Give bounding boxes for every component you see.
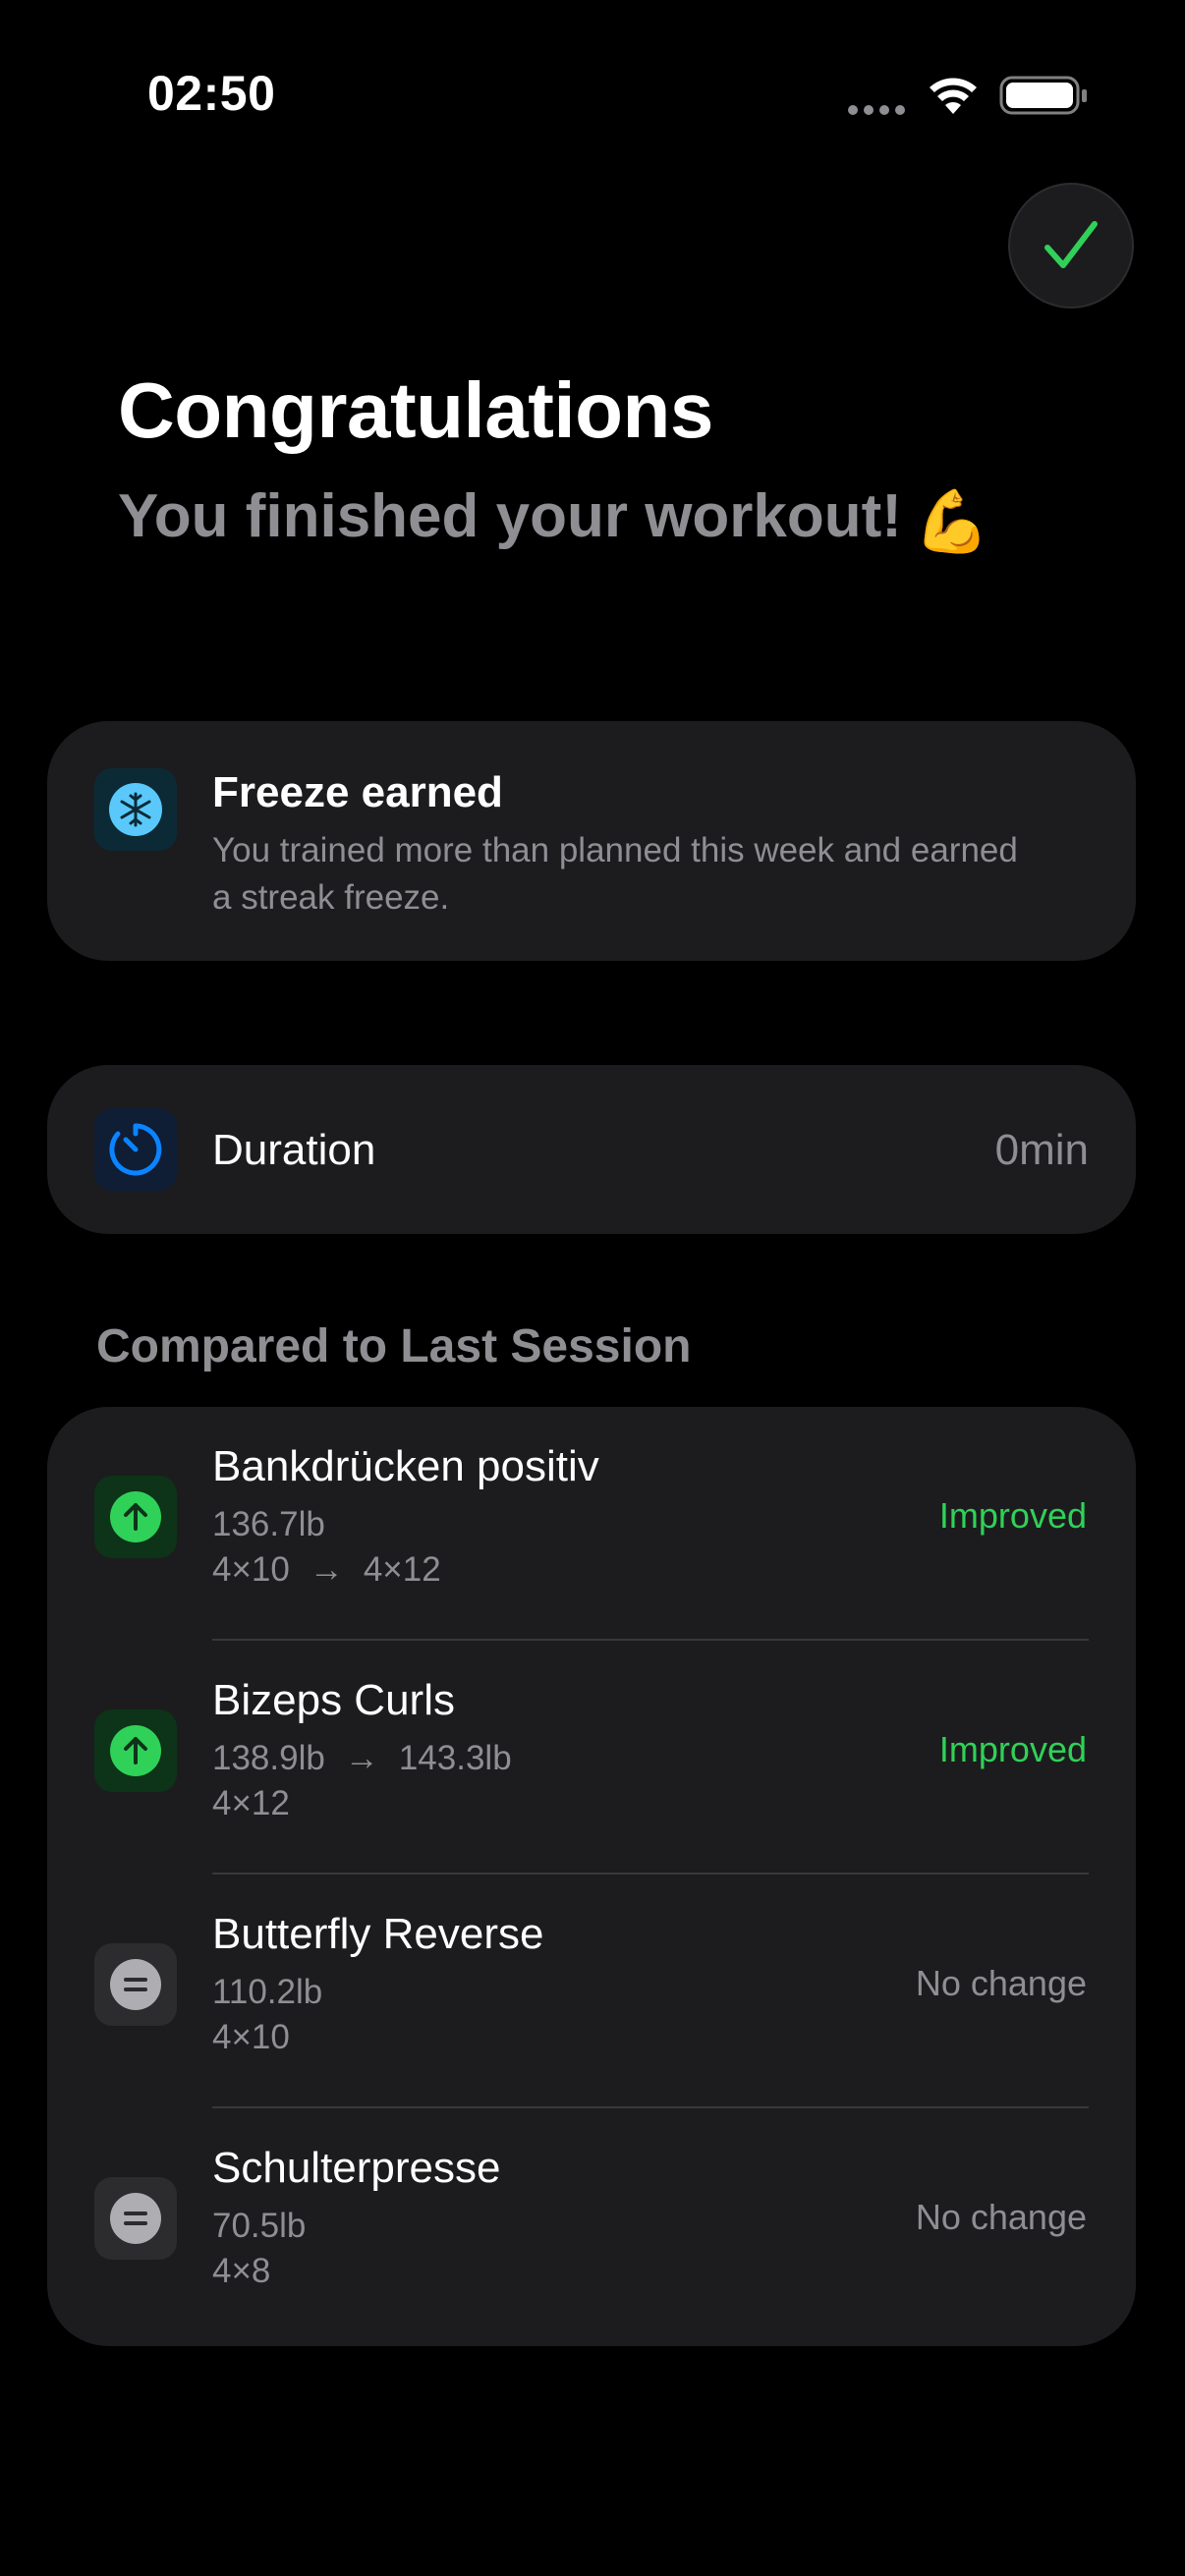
arrow-right-icon: → (344, 1739, 379, 1777)
equal-icon (110, 1959, 161, 2010)
improved-icon-tile (94, 1709, 177, 1792)
wifi-icon (930, 78, 977, 114)
exercise-sets: 4×12 (212, 1784, 290, 1822)
duration-icon-tile (94, 1108, 177, 1191)
exercise-sets: 4×10 (212, 2018, 290, 2056)
exercise-row[interactable]: Bankdrücken positiv 136.7lb 4×10 → 4×12 Im… (47, 1407, 1136, 1641)
status-label: No change (915, 2197, 1087, 2237)
comparison-section-title: Compared to Last Session (96, 1320, 692, 1372)
flexed-biceps-emoji: 💪 (913, 488, 990, 556)
freeze-title: Freeze earned (212, 768, 503, 816)
freeze-description: You trained more than planned this week … (212, 831, 1018, 917)
improved-icon-tile (94, 1476, 177, 1558)
page-title: Congratulations (118, 366, 713, 454)
exercise-row[interactable]: Butterfly Reverse 110.2lb 4×10 No change (47, 1875, 1136, 2108)
status-label: Improved (938, 1495, 1087, 1536)
duration-card (47, 1065, 1136, 1234)
equal-icon (110, 2193, 161, 2244)
checkmark-icon (1044, 221, 1098, 268)
duration-label: Duration (212, 1126, 376, 1174)
arrow-up-icon (110, 1491, 161, 1542)
previous-weight: 138.9lb (212, 1739, 325, 1777)
exercise-name: Bankdrücken positiv (212, 1442, 599, 1490)
exercise-weight: 136.7lb (212, 1505, 325, 1543)
status-label: No change (915, 1963, 1087, 2003)
previous-sets: 4×10 (212, 1550, 290, 1589)
exercise-name: Butterfly Reverse (212, 1910, 544, 1958)
exercise-name: Schulterpresse (212, 2144, 501, 2192)
arrow-up-icon (110, 1725, 161, 1776)
freeze-icon-tile (94, 768, 177, 851)
exercise-sets: 4×8 (212, 2252, 271, 2290)
battery-icon (999, 76, 1087, 115)
current-sets: 4×12 (363, 1550, 441, 1589)
status-time: 02:50 (147, 66, 276, 121)
status-icons (845, 73, 1091, 122)
duration-value: 0min (994, 1126, 1089, 1174)
status-label: Improved (938, 1729, 1087, 1769)
no-change-icon-tile (94, 2177, 177, 2260)
done-button[interactable] (1008, 183, 1134, 308)
current-weight: 143.3lb (398, 1739, 512, 1777)
arrow-right-icon: → (309, 1550, 344, 1589)
exercise-row[interactable]: Schulterpresse 70.5lb 4×8 No change (47, 2108, 1136, 2342)
no-change-icon-tile (94, 1943, 177, 2026)
exercise-weight-change: 138.9lb → 143.3lb (212, 1739, 512, 1778)
exercise-weight: 110.2lb (212, 1973, 323, 2011)
exercise-row[interactable]: Bizeps Curls 138.9lb → 143.3lb 4×12 Improv… (47, 1641, 1136, 1875)
exercise-sets-change: 4×10 → 4×12 (212, 1550, 441, 1590)
cellular-signal-icon (848, 105, 905, 115)
timer-icon (109, 1123, 162, 1176)
subtitle-text: You finished your workout! (118, 482, 902, 550)
snowflake-icon (109, 783, 162, 836)
exercise-name: Bizeps Curls (212, 1676, 455, 1724)
page-subtitle: You finished your workout! 💪 (118, 481, 989, 558)
exercise-weight: 70.5lb (212, 2207, 307, 2245)
